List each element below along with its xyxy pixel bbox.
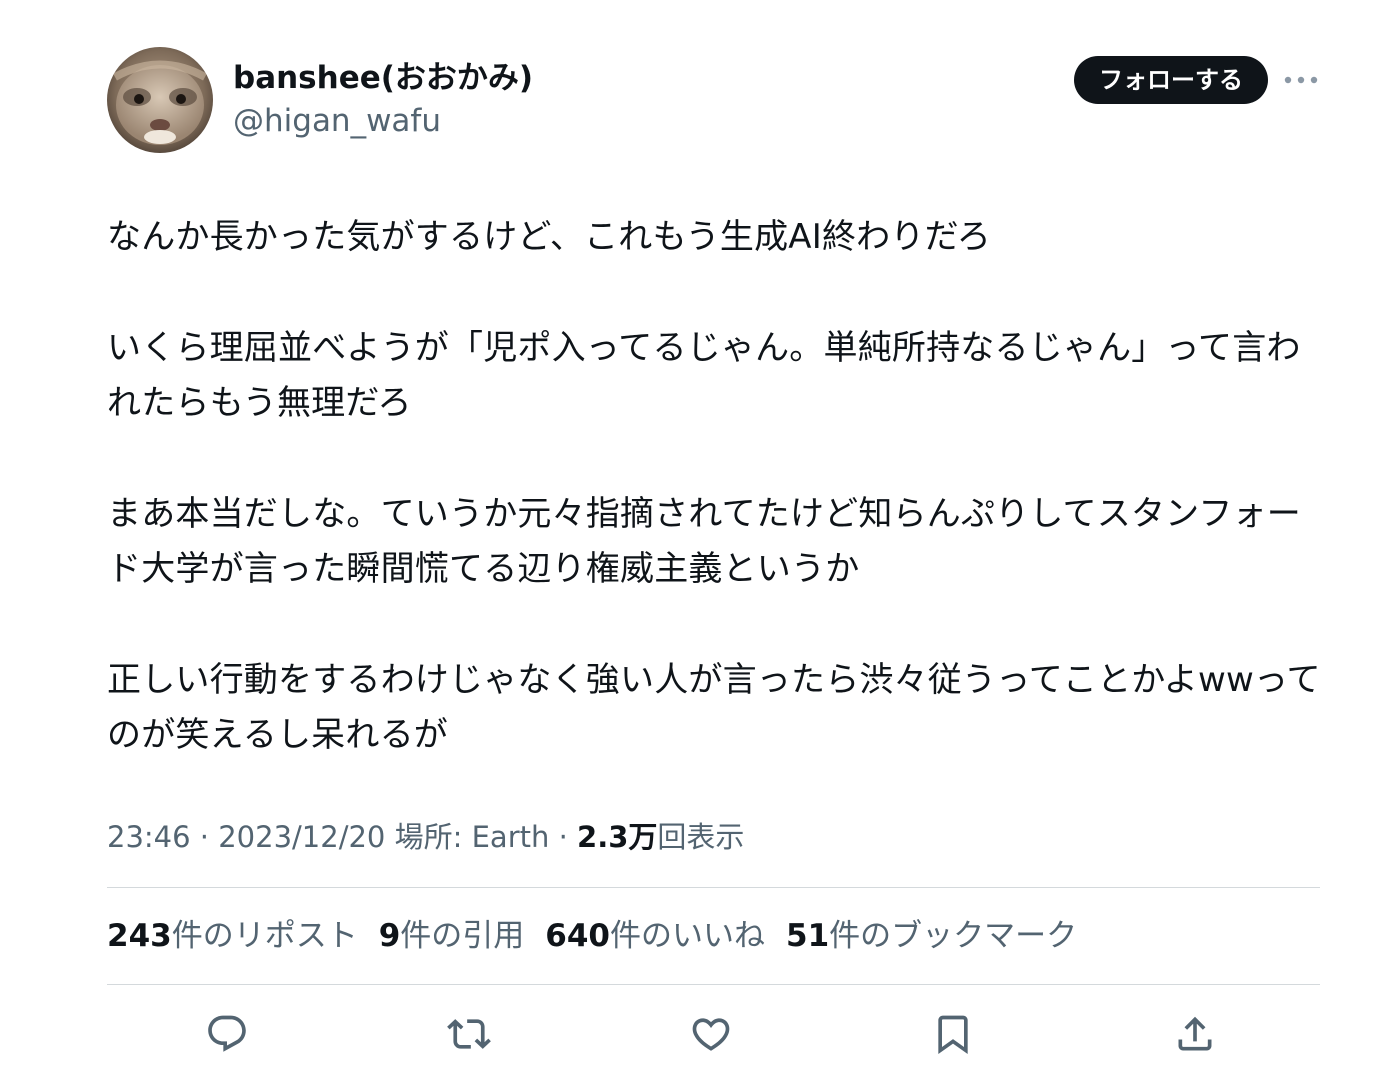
bookmarks-count: 51 (786, 918, 830, 954)
reposts-count: 243 (107, 918, 172, 954)
bookmark-icon (938, 1015, 968, 1055)
like-icon (692, 1018, 730, 1051)
tweet-location: 場所: Earth (385, 820, 550, 854)
likes-label: 件のいいね (610, 918, 766, 954)
quotes-count: 9 (378, 918, 401, 954)
more-button[interactable] (1282, 64, 1320, 96)
views-count: 2.3万 (577, 820, 658, 854)
quotes-label: 件の引用 (400, 918, 525, 954)
display-name[interactable]: banshee(おおかみ) (233, 58, 533, 98)
tweet-paragraph: まあ本当だしな。ていうか元々指摘されてたけど知らんぷりしてスタンフォード大学が言… (107, 494, 1301, 589)
quotes-stat[interactable]: 9件の引用 (379, 913, 525, 959)
tweet: banshee(おおかみ) @higan_wafu フォローする なんか長かった… (107, 0, 1322, 1078)
divider (107, 887, 1320, 888)
reposts-stat[interactable]: 243件のリポスト (107, 913, 358, 959)
bookmarks-label: 件のブックマーク (829, 918, 1078, 954)
tweet-paragraph: いくら理屈並べようが「児ポ入ってるじゃん。単純所持なるじゃん」って言われたらもう… (107, 328, 1301, 423)
avatar[interactable] (107, 47, 213, 153)
tweet-meta: 23:46 · 2023/12/20 場所: Earth · 2.3万回表示 (107, 815, 744, 859)
meta-separator: · (190, 820, 219, 854)
likes-stat[interactable]: 640件のいいね (545, 913, 765, 959)
meta-separator: · (549, 820, 578, 854)
share-button[interactable] (1171, 1010, 1219, 1058)
repost-icon (447, 1019, 491, 1049)
follow-button[interactable]: フォローする (1074, 56, 1268, 104)
ferret-avatar-icon (107, 47, 213, 153)
reposts-label: 件のリポスト (171, 918, 358, 954)
tweet-text: なんか長かった気がするけど、これもう生成AI終わりだろ いくら理屈並べようが「児… (107, 210, 1322, 819)
reply-icon (208, 1015, 246, 1052)
tweet-paragraph: なんか長かった気がするけど、これもう生成AI終わりだろ (107, 217, 991, 257)
views-label: 回表示 (657, 820, 745, 854)
share-icon (1178, 1016, 1212, 1051)
more-dots-icon (1284, 76, 1318, 84)
tweet-time[interactable]: 23:46 (107, 820, 191, 854)
likes-count: 640 (545, 918, 611, 954)
bookmarks-stat[interactable]: 51件のブックマーク (786, 913, 1077, 959)
reply-button[interactable] (203, 1010, 251, 1058)
bookmark-button[interactable] (929, 1010, 977, 1058)
user-handle[interactable]: @higan_wafu (233, 101, 441, 141)
like-button[interactable] (687, 1010, 735, 1058)
engagement-stats: 243件のリポスト 9件の引用 640件のいいね 51件のブックマーク (107, 913, 1077, 959)
divider (107, 984, 1320, 985)
repost-button[interactable] (445, 1010, 493, 1058)
tweet-date[interactable]: 2023/12/20 (218, 820, 385, 854)
tweet-paragraph: 正しい行動をするわけじゃなく強い人が言ったら渋々従うってことかよwwってのが笑え… (107, 660, 1321, 755)
